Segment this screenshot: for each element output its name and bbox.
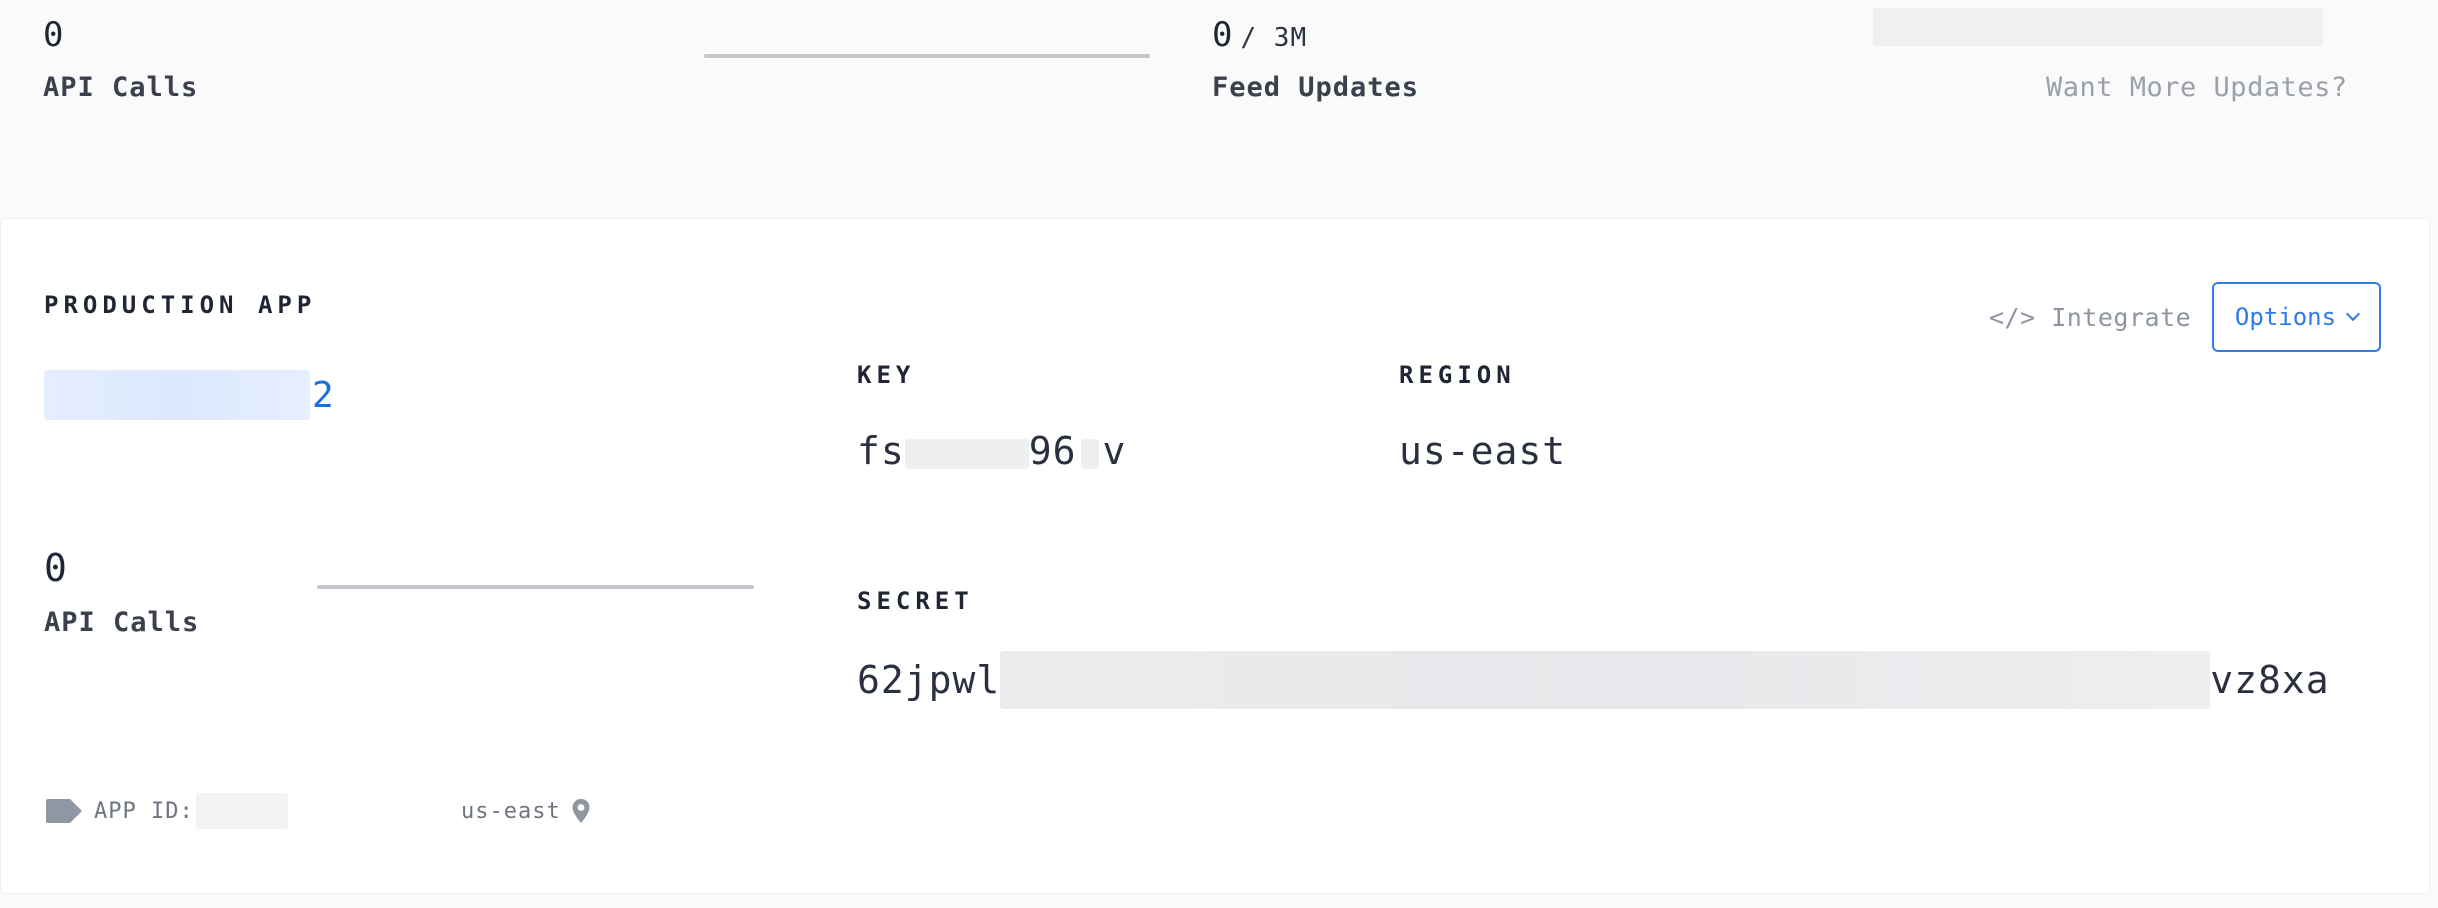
footer-region-text: us-east [461, 798, 561, 824]
production-app-card: PRODUCTION APP 2 </> Integrate Options 0… [0, 218, 2430, 894]
redacted-key-part [904, 438, 1029, 469]
key-visible-end: v [1102, 429, 1127, 473]
redacted-app-id [195, 793, 288, 829]
app-name-suffix: 2 [312, 374, 334, 416]
want-more-updates-link[interactable]: Want More Updates? [2046, 72, 2348, 103]
key-value[interactable]: fs 96 v [857, 429, 1126, 473]
key-visible-start: fs [857, 429, 905, 473]
map-pin-icon [572, 799, 590, 823]
app-api-calls-count: 0 [44, 546, 67, 590]
app-api-calls-progress-bar [317, 585, 754, 589]
key-visible-mid: 96 [1028, 429, 1077, 473]
tag-icon [46, 799, 82, 823]
production-app-heading: PRODUCTION APP [44, 291, 317, 319]
app-id-row: APP ID: [44, 791, 288, 831]
redacted-secret-part [1000, 651, 2211, 709]
chevron-down-icon [2346, 306, 2361, 322]
options-button[interactable]: Options [2212, 282, 2381, 352]
app-api-calls-label: API Calls [44, 607, 200, 638]
redacted-app-name [44, 370, 310, 420]
api-calls-label: API Calls [43, 72, 199, 103]
feed-updates-value: 0 [1212, 15, 1233, 55]
api-calls-count: 0 [43, 15, 64, 55]
secret-visible-end: vz8xa [2210, 658, 2330, 702]
region-value: us-east [1399, 429, 1567, 473]
api-calls-progress-bar [704, 54, 1150, 58]
usage-summary: 0 API Calls 0/ 3M Feed Updates Want More… [0, 0, 2438, 218]
region-footer: us-east [451, 791, 591, 831]
key-heading: KEY [857, 361, 916, 389]
integrate-link[interactable]: </> Integrate [1989, 303, 2191, 332]
options-label: Options [2234, 303, 2337, 331]
app-id-label: APP ID: [94, 798, 194, 824]
secret-value[interactable]: 62jpwl vz8xa [857, 651, 2330, 709]
feed-updates-label: Feed Updates [1212, 72, 1420, 103]
app-name-link[interactable]: 2 [44, 370, 334, 420]
secret-heading: SECRET [857, 587, 974, 615]
region-heading: REGION [1399, 361, 1516, 389]
secret-visible-start: 62jpwl [857, 658, 1001, 702]
feed-updates-limit: / 3M [1240, 23, 1308, 53]
redacted-usage-bar [1873, 8, 2323, 46]
feed-updates-count: 0/ 3M [1212, 18, 1307, 52]
redacted-key-char [1080, 438, 1099, 469]
